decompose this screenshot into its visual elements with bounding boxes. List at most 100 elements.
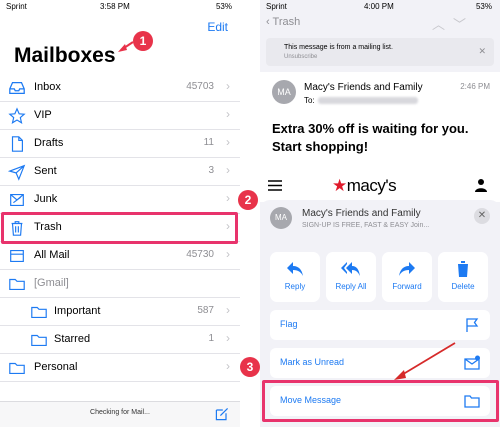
mailbox-row-important[interactable]: Important 587 › (0, 298, 240, 326)
mailbox-row-drafts[interactable]: Drafts 11 › (0, 130, 240, 158)
callout-badge-3: 3 (240, 357, 260, 377)
mailbox-count: 45730 (186, 249, 214, 260)
mailing-list-text: This message is from a mailing list. (284, 44, 393, 51)
brand-logo: ★macy's (332, 176, 397, 196)
mailboxes-screen: Sprint 3:58 PM 53% Edit Mailboxes Inbox … (0, 0, 240, 427)
mailbox-label: All Mail (34, 249, 70, 261)
forward-icon (399, 262, 415, 276)
mailbox-row-inbox[interactable]: Inbox 45703 › (0, 74, 240, 102)
mailbox-count: 45703 (186, 81, 214, 92)
to-label: To: (304, 96, 315, 105)
mailbox-label: [Gmail] (34, 277, 69, 289)
mailbox-row-junk[interactable]: Junk › (0, 186, 240, 214)
flag-label: Flag (280, 319, 298, 329)
mailbox-label: Starred (54, 333, 91, 345)
flag-option[interactable]: Flag (270, 310, 490, 340)
chevron-right-icon: › (226, 107, 230, 121)
message-time: 2:46 PM (460, 82, 490, 91)
hamburger-menu-icon (268, 180, 282, 191)
mailbox-label: Junk (34, 193, 58, 205)
paper-plane-icon (8, 164, 26, 181)
carrier-label: Sprint (266, 2, 287, 11)
reply-button[interactable]: Reply (270, 252, 320, 302)
mailing-list-banner: This message is from a mailing list. Uns… (266, 38, 494, 66)
folder-icon (31, 306, 47, 318)
mailbox-count: 1 (208, 333, 214, 344)
reply-all-button[interactable]: Reply All (326, 252, 376, 302)
delete-label: Delete (451, 282, 475, 291)
chevron-down-icon[interactable]: ﹀ (453, 17, 474, 32)
move-message-highlight-box (262, 380, 499, 422)
folder-icon (9, 362, 25, 374)
message-view: MA Macy's Friends and Family 2:46 PM To:… (260, 72, 500, 202)
document-icon (11, 136, 23, 152)
edit-button[interactable]: Edit (207, 20, 228, 34)
reply-label: Reply (284, 282, 306, 291)
folder-icon (9, 278, 25, 290)
folder-icon (31, 334, 47, 346)
mailbox-label: Sent (34, 165, 57, 177)
bottom-toolbar: Checking for Mail... (0, 401, 240, 427)
mailbox-label: Personal (34, 361, 78, 373)
mailbox-row-vip[interactable]: VIP › (0, 102, 240, 130)
junk-icon (10, 194, 24, 206)
chevron-right-icon: › (226, 331, 230, 345)
mailbox-row-starred[interactable]: Starred 1 › (0, 326, 240, 354)
callout-badge-1: 1 (133, 31, 153, 51)
mark-unread-option[interactable]: Mark as Unread (270, 348, 490, 378)
avatar: MA (272, 80, 296, 104)
tray-icon (10, 250, 24, 262)
battery-label: 53% (475, 2, 492, 11)
avatar: MA (270, 207, 292, 229)
mark-unread-label: Mark as Unread (280, 357, 345, 367)
unsubscribe-link[interactable]: Unsubscribe (284, 54, 317, 60)
brand-name: macy's (346, 176, 397, 195)
chevron-right-icon: › (226, 135, 230, 149)
reply-all-label: Reply All (335, 282, 367, 291)
mailbox-label: VIP (34, 109, 52, 121)
delete-button[interactable]: Delete (438, 252, 488, 302)
mailbox-label: Important (54, 305, 101, 317)
status-time: 3:58 PM (100, 2, 130, 11)
action-sheet-header: MA Macy's Friends and Family SIGN-UP IS … (260, 200, 500, 242)
chevron-right-icon: › (226, 303, 230, 317)
status-time: 4:00 PM (364, 2, 394, 11)
status-bar: Sprint 3:58 PM 53% (0, 0, 240, 12)
mailbox-count: 587 (197, 305, 214, 316)
chevron-right-icon: › (226, 79, 230, 93)
flag-icon (466, 318, 479, 332)
message-nav-arrows[interactable]: ︿﹀ (432, 14, 474, 33)
message-sender: Macy's Friends and Family (304, 82, 423, 93)
forward-label: Forward (392, 282, 422, 291)
brand-star-icon: ★ (332, 176, 347, 195)
person-icon (475, 179, 487, 192)
mailbox-row-all-mail[interactable]: All Mail 45730 › (0, 242, 240, 270)
compose-icon[interactable] (214, 406, 230, 422)
chevron-right-icon: › (226, 191, 230, 205)
back-button[interactable]: ‹ Trash (266, 16, 300, 28)
mailbox-count: 3 (208, 165, 214, 176)
message-headline: Extra 30% off is waiting for you. Start … (272, 121, 469, 154)
reply-all-icon (341, 262, 360, 276)
redacted-recipient (318, 97, 418, 104)
mailbox-label: Drafts (34, 137, 64, 149)
close-icon[interactable]: ✕ (478, 46, 486, 57)
carrier-label: Sprint (6, 2, 27, 11)
chevron-up-icon[interactable]: ︿ (432, 17, 453, 32)
unread-envelope-icon (464, 355, 480, 370)
sheet-preview: SIGN-UP IS FREE, FAST & EASY Join... (302, 222, 430, 229)
callout-badge-2: 2 (238, 190, 258, 210)
message-screen: Sprint 4:00 PM 53% ‹ Trash ︿﹀ This messa… (260, 0, 500, 427)
close-sheet-button[interactable]: ✕ (474, 208, 490, 224)
sync-status: Checking for Mail... (90, 409, 150, 416)
mailbox-row-sent[interactable]: Sent 3 › (0, 158, 240, 186)
mailbox-label: Inbox (34, 81, 61, 93)
mailbox-row-gmail[interactable]: [Gmail] (0, 270, 240, 298)
forward-button[interactable]: Forward (382, 252, 432, 302)
trash-highlight-box (1, 212, 238, 244)
mailbox-row-personal[interactable]: Personal › (0, 354, 240, 382)
sheet-sender: Macy's Friends and Family (302, 208, 421, 219)
battery-label: 53% (215, 2, 232, 11)
chevron-right-icon: › (226, 359, 230, 373)
mailbox-count: 11 (203, 137, 214, 148)
